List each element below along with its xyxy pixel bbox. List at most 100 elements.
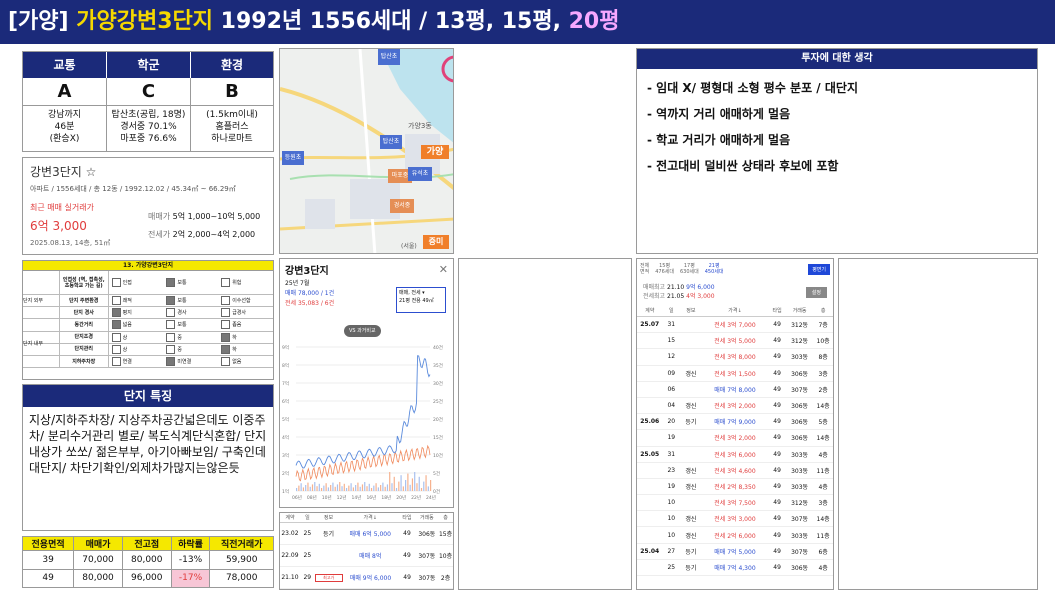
- table-row[interactable]: 19 전세 3억 2,000 49 306동 14층: [637, 430, 833, 447]
- column-header[interactable]: 층: [813, 307, 833, 314]
- table-cell: 14층: [816, 435, 830, 443]
- table-row[interactable]: 10 전세 3억 7,500 49 312동 3층: [637, 495, 833, 512]
- column-header[interactable]: 층: [438, 514, 453, 521]
- y2-tick-label: 5건: [433, 470, 440, 477]
- table-cell: 20: [667, 418, 676, 426]
- area-tab[interactable]: 21평 450세대: [705, 263, 724, 275]
- evaluation-checkbox[interactable]: [221, 296, 231, 306]
- thought-item: - 임대 X/ 평형대 소형 평수 분포 / 대단지: [647, 81, 858, 95]
- volume-bar: [307, 482, 309, 491]
- table-row[interactable]: 04 갱신 전세 3억 2,000 49 306동 14층: [637, 398, 833, 415]
- y-tick-label: 9억: [282, 344, 289, 351]
- column-header[interactable]: 거래동: [416, 514, 438, 521]
- sale-price-line: [295, 355, 431, 469]
- table-cell: 매매 7억 5,000: [714, 548, 756, 556]
- table-row[interactable]: 23.02 25 등기 매매 6억 5,000 49 306동 15층: [280, 523, 453, 545]
- table-row[interactable]: 25.05 31 전세 3억 6,000 49 303동 4층: [637, 447, 833, 463]
- table-row[interactable]: 10 갱신 전세 3억 3,000 49 307동 14층: [637, 511, 833, 528]
- column-header[interactable]: 가격↓: [342, 514, 398, 521]
- map-marker-station[interactable]: 증미: [423, 235, 449, 249]
- column-header[interactable]: 정보: [680, 307, 702, 314]
- table-row[interactable]: 15 전세 3억 5,000 49 312동 10층: [637, 333, 833, 350]
- table-row[interactable]: 25 등기 매매 7억 4,300 49 306동 4층: [637, 560, 833, 576]
- chart-legend[interactable]: 매매, 전세 ▾ 21평 전용 49㎡: [396, 287, 446, 313]
- evaluation-checkbox[interactable]: [166, 332, 176, 342]
- evaluation-checkbox[interactable]: [166, 320, 176, 330]
- table-row[interactable]: 23 갱신 전세 3억 4,600 49 303동 11층: [637, 463, 833, 479]
- evaluation-checkbox[interactable]: [166, 308, 176, 318]
- table-row[interactable]: 06 매매 7억 8,000 49 307동 2층: [637, 382, 833, 398]
- evaluation-checkbox[interactable]: [221, 357, 231, 367]
- table-row[interactable]: 25.04 27 등기 매매 7억 5,000 49 307동 6층: [637, 544, 833, 560]
- evaluation-checkbox[interactable]: [111, 296, 121, 306]
- column-header[interactable]: 일: [300, 514, 315, 521]
- evaluation-checkbox[interactable]: [111, 344, 121, 354]
- column-header[interactable]: 타입: [768, 307, 786, 314]
- table-cell: 갱신: [685, 467, 697, 475]
- column-header[interactable]: 계약: [637, 307, 662, 314]
- evaluation-checkbox[interactable]: [166, 296, 176, 306]
- price-chart: 9억 8억 7억 6억 5억 4억 3억 2억 1억 40건 35건 30건 25건 20건 15건 10건 5…: [282, 344, 443, 501]
- evaluation-option: 이수선함: [232, 298, 251, 305]
- table-cell: 49: [773, 385, 781, 393]
- table-cell: 14층: [816, 403, 830, 411]
- evaluation-checkbox[interactable]: [221, 278, 231, 287]
- evaluation-checkbox[interactable]: [166, 278, 176, 287]
- map-marker-school[interactable]: 등원초: [282, 151, 304, 165]
- map-marker-school[interactable]: 탑산초: [380, 135, 402, 149]
- volume-bar: [407, 473, 409, 491]
- area-tab[interactable]: 17평 630세대: [680, 263, 699, 275]
- evaluation-checkbox[interactable]: [111, 320, 121, 330]
- table-cell: 19: [667, 434, 676, 442]
- evaluation-option: 넓음: [122, 322, 132, 329]
- evaluation-checkbox[interactable]: [166, 344, 176, 354]
- evaluation-checkbox[interactable]: [221, 308, 231, 318]
- evaluation-checkbox[interactable]: [111, 308, 121, 318]
- map-panel[interactable]: 탑산초 가양 마포중 유석초 등원초 경서중 탑산초 증미 가양3동 (서울): [279, 48, 454, 254]
- settings-button[interactable]: 설정: [805, 286, 827, 298]
- evaluation-checkbox[interactable]: [111, 278, 121, 287]
- table-row[interactable]: 22.09 25 매매 8억 49 307동 10층: [280, 545, 453, 567]
- legend-type[interactable]: 매매, 전세 ▾: [399, 289, 443, 297]
- evaluation-label: 단지조경: [58, 331, 109, 343]
- volume-bar: [350, 483, 352, 491]
- table-row[interactable]: 21.10 29 최고가 매매 9억 6,000 49 307동 2층: [280, 567, 453, 589]
- table-row[interactable]: 12 전세 3억 8,000 49 303동 8층: [637, 349, 833, 366]
- y-tick-label: 1억: [282, 488, 289, 495]
- table-row[interactable]: 25.07 31 전세 3억 7,000 49 312동 7층: [637, 317, 833, 334]
- close-icon[interactable]: ✕: [439, 263, 448, 276]
- evaluation-checkbox[interactable]: [221, 344, 231, 354]
- evaluation-checkbox[interactable]: [221, 332, 231, 342]
- column-header[interactable]: 계약: [280, 514, 300, 521]
- area-tabs[interactable]: 전체 면적 15평 476세대 17평 630세대 21평 450세대 평면기: [637, 259, 833, 279]
- map-marker-school[interactable]: 유석초: [408, 167, 432, 181]
- evaluation-option: 하: [232, 346, 237, 353]
- table-row[interactable]: 19 갱신 전세 2억 8,350 49 303동 4층: [637, 479, 833, 496]
- table-cell: 전세 2억 8,350: [714, 483, 756, 491]
- evaluation-checkbox[interactable]: [221, 320, 231, 330]
- evaluation-checkbox[interactable]: [166, 357, 176, 367]
- evaluation-checkbox[interactable]: [111, 357, 121, 367]
- area-tab[interactable]: 전체 면적: [640, 263, 649, 275]
- complex-title[interactable]: 강변3단지 ☆: [30, 163, 266, 180]
- column-header[interactable]: 일: [662, 307, 680, 314]
- column-header[interactable]: 거래동: [786, 307, 813, 314]
- volume-bar: [423, 481, 425, 491]
- table-row[interactable]: 25.06 20 등기 매매 7억 9,000 49 306동 5층: [637, 414, 833, 431]
- compare-button[interactable]: VS 과거비교: [344, 325, 381, 337]
- map-marker-school[interactable]: 탑산초: [378, 49, 400, 65]
- floor-plan-button[interactable]: 평면기: [808, 263, 830, 275]
- map-marker-station[interactable]: 가양: [421, 145, 449, 159]
- map-marker-school[interactable]: 경서중: [390, 199, 414, 213]
- table-cell: 49: [403, 530, 411, 537]
- volume-bar: [386, 484, 389, 491]
- column-header[interactable]: 정보: [315, 514, 342, 521]
- evaluation-checkbox[interactable]: [111, 332, 121, 342]
- column-header[interactable]: 가격↓: [702, 307, 769, 314]
- column-header[interactable]: 타입: [398, 514, 415, 521]
- header-complex-name: 가양강변3단지: [76, 9, 213, 34]
- table-row[interactable]: 10 갱신 전세 2억 6,000 49 303동 11층: [637, 527, 833, 544]
- area-tab[interactable]: 15평 476세대: [655, 263, 674, 275]
- table-row[interactable]: 09 갱신 전세 3억 1,500 49 306동 3층: [637, 366, 833, 382]
- evaluation-row: 단지 내부 단지조경 상 중 하: [23, 331, 273, 347]
